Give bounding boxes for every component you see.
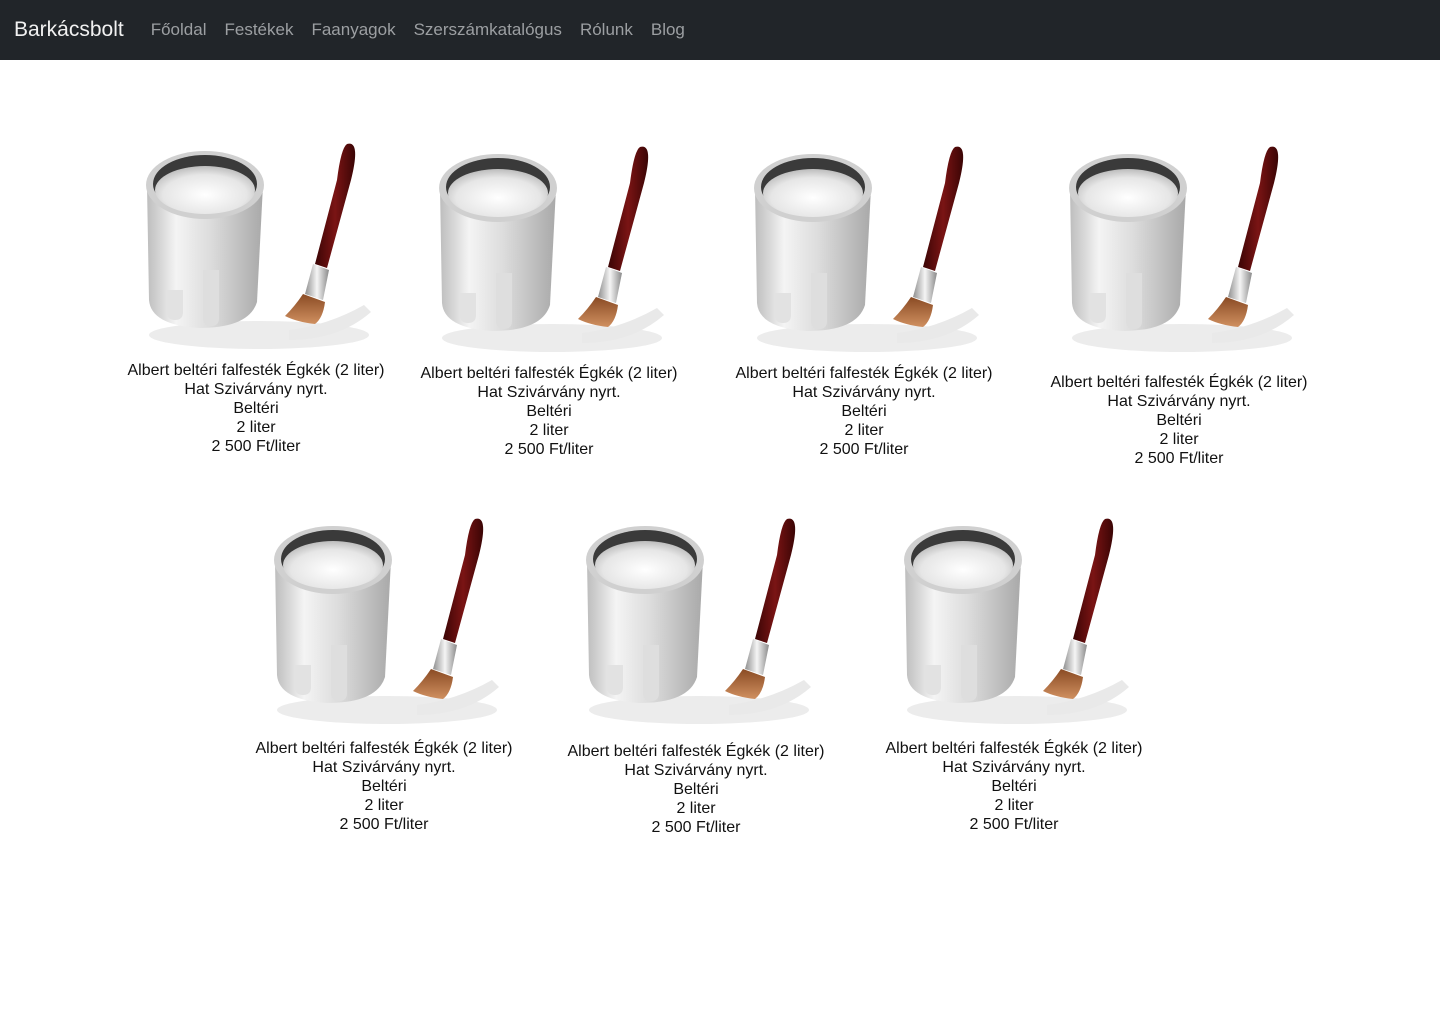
nav-link-fooldal[interactable]: Főoldal bbox=[151, 20, 207, 40]
product-info: Albert beltéri falfesték Égkék (2 liter)… bbox=[234, 739, 534, 834]
paint-can-brush-icon bbox=[273, 518, 499, 724]
nav-link-blog[interactable]: Blog bbox=[651, 20, 685, 40]
paint-can-brush-icon bbox=[1068, 146, 1294, 352]
paint-can-brush-icon bbox=[438, 146, 664, 352]
paint-can-brush-icon bbox=[753, 146, 979, 352]
product-info: Albert beltéri falfesték Égkék (2 liter)… bbox=[106, 361, 406, 456]
product-card[interactable]: Albert beltéri falfesték Égkék (2 liter)… bbox=[106, 140, 406, 456]
product-card[interactable]: Albert beltéri falfesték Égkék (2 liter)… bbox=[1029, 143, 1329, 468]
product-maker: Hat Szivárvány nyrt. bbox=[477, 384, 621, 401]
product-card[interactable]: Albert beltéri falfesték Égkék (2 liter)… bbox=[399, 143, 699, 459]
product-type: Beltéri bbox=[841, 403, 887, 420]
product-volume: 2 liter bbox=[364, 797, 404, 814]
brand-link[interactable]: Barkácsbolt bbox=[14, 18, 124, 42]
product-name: Albert beltéri falfesték Égkék (2 liter) bbox=[127, 362, 385, 379]
product-card[interactable]: Albert beltéri falfesték Égkék (2 liter)… bbox=[714, 143, 1014, 459]
product-card[interactable]: Albert beltéri falfesték Égkék (2 liter)… bbox=[546, 515, 846, 837]
product-volume: 2 liter bbox=[236, 419, 276, 436]
product-info: Albert beltéri falfesték Égkék (2 liter)… bbox=[546, 742, 846, 837]
product-info: Albert beltéri falfesték Égkék (2 liter)… bbox=[399, 364, 699, 459]
product-maker: Hat Szivárvány nyrt. bbox=[184, 381, 328, 398]
product-info: Albert beltéri falfesték Égkék (2 liter)… bbox=[714, 364, 1014, 459]
paint-can-brush-icon bbox=[145, 143, 371, 349]
product-price: 2 500 Ft/liter bbox=[504, 441, 594, 458]
paint-can-brush-icon bbox=[585, 518, 811, 724]
nav-link-szerszamkatalogus[interactable]: Szerszámkatalógus bbox=[414, 20, 562, 40]
product-price: 2 500 Ft/liter bbox=[211, 438, 301, 455]
product-volume: 2 liter bbox=[994, 797, 1034, 814]
nav-link-faanyagok[interactable]: Faanyagok bbox=[311, 20, 395, 40]
product-price: 2 500 Ft/liter bbox=[969, 816, 1059, 833]
product-price: 2 500 Ft/liter bbox=[651, 819, 741, 836]
product-type: Beltéri bbox=[361, 778, 407, 795]
product-volume: 2 liter bbox=[1159, 431, 1199, 448]
paint-can-brush-icon bbox=[903, 518, 1129, 724]
product-card[interactable]: Albert beltéri falfesték Égkék (2 liter)… bbox=[864, 515, 1164, 834]
navbar: Barkácsbolt Főoldal Festékek Faanyagok S… bbox=[0, 0, 1440, 60]
product-name: Albert beltéri falfesték Égkék (2 liter) bbox=[420, 365, 678, 382]
product-type: Beltéri bbox=[991, 778, 1037, 795]
product-price: 2 500 Ft/liter bbox=[819, 441, 909, 458]
product-name: Albert beltéri falfesték Égkék (2 liter) bbox=[1050, 374, 1308, 391]
product-name: Albert beltéri falfesték Égkék (2 liter) bbox=[255, 740, 513, 757]
product-volume: 2 liter bbox=[529, 422, 569, 439]
product-price: 2 500 Ft/liter bbox=[1134, 450, 1224, 467]
product-name: Albert beltéri falfesték Égkék (2 liter) bbox=[567, 743, 825, 760]
product-maker: Hat Szivárvány nyrt. bbox=[942, 759, 1086, 776]
product-type: Beltéri bbox=[233, 400, 279, 417]
product-maker: Hat Szivárvány nyrt. bbox=[1107, 393, 1251, 410]
product-name: Albert beltéri falfesték Égkék (2 liter) bbox=[885, 740, 1143, 757]
product-price: 2 500 Ft/liter bbox=[339, 816, 429, 833]
product-type: Beltéri bbox=[1156, 412, 1202, 429]
product-volume: 2 liter bbox=[676, 800, 716, 817]
product-card[interactable]: Albert beltéri falfesték Égkék (2 liter)… bbox=[234, 515, 534, 834]
product-name: Albert beltéri falfesték Égkék (2 liter) bbox=[735, 365, 993, 382]
product-maker: Hat Szivárvány nyrt. bbox=[312, 759, 456, 776]
product-maker: Hat Szivárvány nyrt. bbox=[624, 762, 768, 779]
product-type: Beltéri bbox=[526, 403, 572, 420]
product-info: Albert beltéri falfesték Égkék (2 liter)… bbox=[864, 739, 1164, 834]
product-type: Beltéri bbox=[673, 781, 719, 798]
product-volume: 2 liter bbox=[844, 422, 884, 439]
nav-links: Főoldal Festékek Faanyagok Szerszámkatal… bbox=[142, 20, 694, 40]
nav-link-festekek[interactable]: Festékek bbox=[224, 20, 293, 40]
product-info: Albert beltéri falfesték Égkék (2 liter)… bbox=[1029, 373, 1329, 468]
nav-link-rolunk[interactable]: Rólunk bbox=[580, 20, 633, 40]
product-maker: Hat Szivárvány nyrt. bbox=[792, 384, 936, 401]
